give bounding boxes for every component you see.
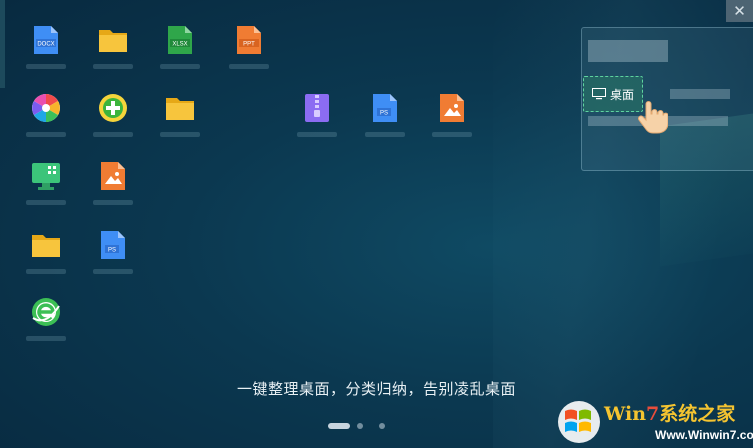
preview-placeholder-bar [670, 89, 730, 99]
desktop-icon-ps[interactable]: PS [93, 229, 133, 287]
desktop-icon-image[interactable] [93, 160, 133, 218]
icon-label-placeholder [229, 64, 269, 69]
icon-label-placeholder [26, 200, 66, 205]
monitor-icon [591, 88, 606, 100]
ps-file-icon: PS [101, 231, 125, 259]
browser-icon [32, 298, 60, 326]
ps-file-icon: PS [373, 94, 397, 122]
ppt-file-icon: PPT [237, 26, 261, 54]
docx-file-icon: DOCX [34, 26, 58, 54]
desktop-icon-image[interactable] [432, 92, 472, 150]
svg-text:PS: PS [380, 111, 388, 117]
icon-label-placeholder [93, 200, 133, 205]
pagination-dot[interactable] [328, 423, 350, 429]
hand-pointer-icon [638, 101, 668, 134]
desktop-icon-zip[interactable] [297, 92, 337, 150]
svg-text:PS: PS [108, 248, 116, 254]
windows-logo-icon [558, 401, 600, 443]
icon-label-placeholder [93, 132, 133, 137]
icon-label-placeholder [93, 269, 133, 274]
desktop-icon-browser[interactable] [26, 296, 66, 354]
desktop-icon-docx[interactable]: DOCX [26, 24, 66, 82]
watermark-title-cn: 系统之家 [659, 403, 736, 425]
svg-text:XLSX: XLSX [172, 42, 187, 48]
icon-label-placeholder [26, 336, 66, 341]
icon-label-placeholder [365, 132, 405, 137]
desktop-icon-colorful-app[interactable] [26, 92, 66, 150]
svg-text:DOCX: DOCX [37, 42, 54, 48]
icon-label-placeholder [432, 132, 472, 137]
watermark-title: Win7系统之家 [604, 399, 735, 426]
desktop-icon-monitor-app[interactable] [26, 160, 66, 218]
icon-label-placeholder [26, 132, 66, 137]
icon-label-placeholder [297, 132, 337, 137]
plus-app-icon [99, 94, 127, 122]
desktop-icon-ps[interactable]: PS [365, 92, 405, 150]
monitor-app-icon [32, 163, 60, 190]
desktop-chip[interactable]: 桌面 [583, 76, 643, 112]
desktop-icon-folder[interactable] [93, 24, 133, 82]
desktop-chip-label: 桌面 [609, 87, 634, 102]
desktop-icon-folder[interactable] [160, 92, 200, 150]
desktop-icon-folder[interactable] [26, 229, 66, 287]
watermark-title-7: 7 [646, 403, 660, 425]
folder-icon [99, 30, 127, 52]
desktop-icon-ppt[interactable]: PPT [229, 24, 269, 82]
zip-file-icon [305, 94, 329, 122]
folder-icon [32, 235, 60, 257]
desktop-icon-plus-app[interactable] [93, 92, 133, 150]
folder-icon [166, 98, 194, 120]
pagination-dot[interactable] [379, 423, 385, 429]
icon-label-placeholder [160, 64, 200, 69]
image-file-icon [440, 94, 464, 122]
watermark-url: Www.Winwin7.com [655, 428, 753, 442]
xlsx-file-icon: XLSX [168, 26, 192, 54]
close-button[interactable]: ✕ [726, 0, 753, 22]
window-left-edge [0, 0, 5, 88]
desktop-icon-xlsx[interactable]: XLSX [160, 24, 200, 82]
pagination-dot[interactable] [357, 423, 363, 429]
icon-label-placeholder [26, 64, 66, 69]
image-file-icon [101, 162, 125, 190]
win7-watermark: Win7系统之家 Www.Winwin7.com [555, 397, 753, 448]
feature-caption: 一键整理桌面，分类归纳，告别凌乱桌面 [236, 380, 516, 398]
icon-label-placeholder [26, 269, 66, 274]
preview-placeholder-bar [588, 40, 668, 62]
svg-text:PPT: PPT [243, 42, 255, 48]
icon-label-placeholder [160, 132, 200, 137]
colorful-app-icon [32, 94, 60, 122]
icon-label-placeholder [93, 64, 133, 69]
watermark-title-win: Win [604, 403, 647, 425]
